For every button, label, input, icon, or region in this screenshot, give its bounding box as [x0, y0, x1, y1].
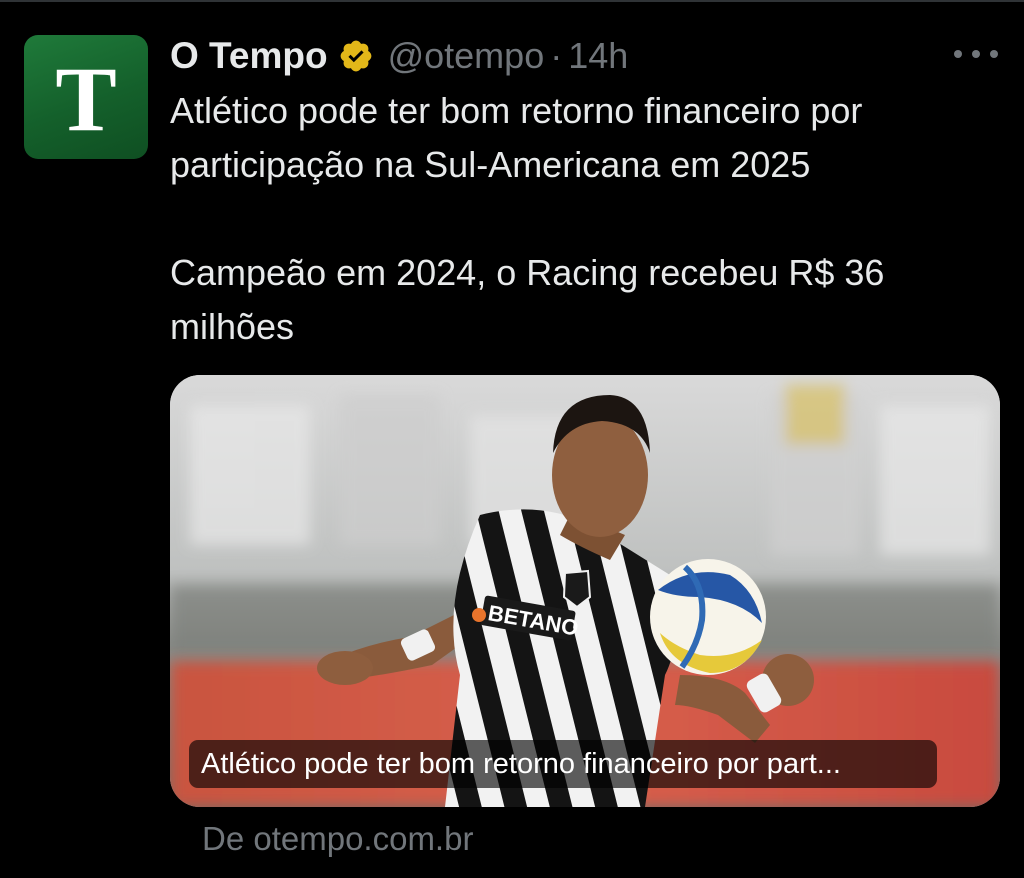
avatar-logo-letter: T — [55, 48, 117, 150]
link-card-source[interactable]: De otempo.com.br — [202, 820, 473, 858]
link-card-caption: Atlético pode ter bom retorno financeiro… — [189, 740, 937, 788]
tweet-text-paragraph: Atlético pode ter bom retorno financeiro… — [170, 90, 863, 185]
verified-badge-icon[interactable] — [338, 38, 374, 74]
tweet-text-paragraph: Campeão em 2024, o Racing recebeu R$ 36 … — [170, 252, 885, 347]
avatar[interactable]: T — [24, 35, 148, 159]
more-options-button[interactable] — [954, 38, 998, 70]
top-divider — [0, 0, 1024, 2]
timestamp[interactable]: 14h — [568, 35, 628, 77]
more-horizontal-icon — [990, 50, 998, 58]
user-handle[interactable]: @otempo — [388, 35, 545, 77]
link-card[interactable]: BETANO Atlético pode ter bom retorno fin… — [170, 375, 1000, 807]
separator-dot: · — [550, 35, 563, 76]
tweet-text: Atlético pode ter bom retorno financeiro… — [170, 84, 1010, 354]
more-horizontal-icon — [972, 50, 980, 58]
more-horizontal-icon — [954, 50, 962, 58]
display-name[interactable]: O Tempo — [170, 35, 328, 77]
tweet-header: O Tempo @otempo · 14h — [170, 30, 628, 82]
